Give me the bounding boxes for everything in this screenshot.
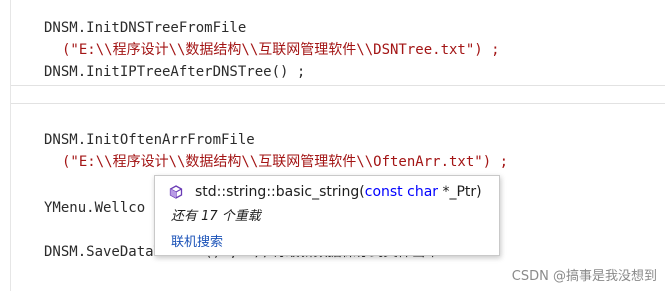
overload-count: 还有 17 个重载 [171, 209, 261, 224]
signature-separator-2: :: [266, 184, 276, 200]
code-line-2[interactable]: ("E:\\程序设计\\数据结构\\互联网管理软件\\DSNTree.txt")… [62, 41, 500, 59]
signature-separator: :: [216, 184, 227, 200]
signature-keyword: const char [364, 184, 439, 200]
cube-icon [169, 185, 183, 199]
code-line-1[interactable]: DNSM.InitDNSTreeFromFile [44, 19, 246, 37]
quick-info-tooltip: std:: string:: basic_string(const char *_P… [154, 175, 500, 256]
code-line-6[interactable]: YMenu.Wellco [44, 199, 145, 217]
code-line-5[interactable]: ("E:\\程序设计\\数据结构\\互联网管理软件\\OftenArr.txt"… [62, 153, 508, 171]
csdn-watermark: CSDN @搞事是我没想到 [511, 269, 657, 284]
signature-param: *_Ptr) [438, 184, 482, 200]
current-line-highlight [11, 85, 665, 104]
signature-function: basic_string( [275, 184, 365, 200]
gutter-divider [10, 0, 11, 291]
signature-class: string [226, 184, 267, 200]
signature-row: std:: string:: basic_string(const char *_P… [169, 184, 482, 200]
signature-namespace: std [195, 184, 217, 200]
code-line-3[interactable]: DNSM.InitIPTreeAfterDNSTree() ; [44, 63, 305, 81]
online-search-link[interactable]: 联机搜索 [171, 231, 223, 250]
code-line-4[interactable]: DNSM.InitOftenArrFromFile [44, 131, 255, 149]
